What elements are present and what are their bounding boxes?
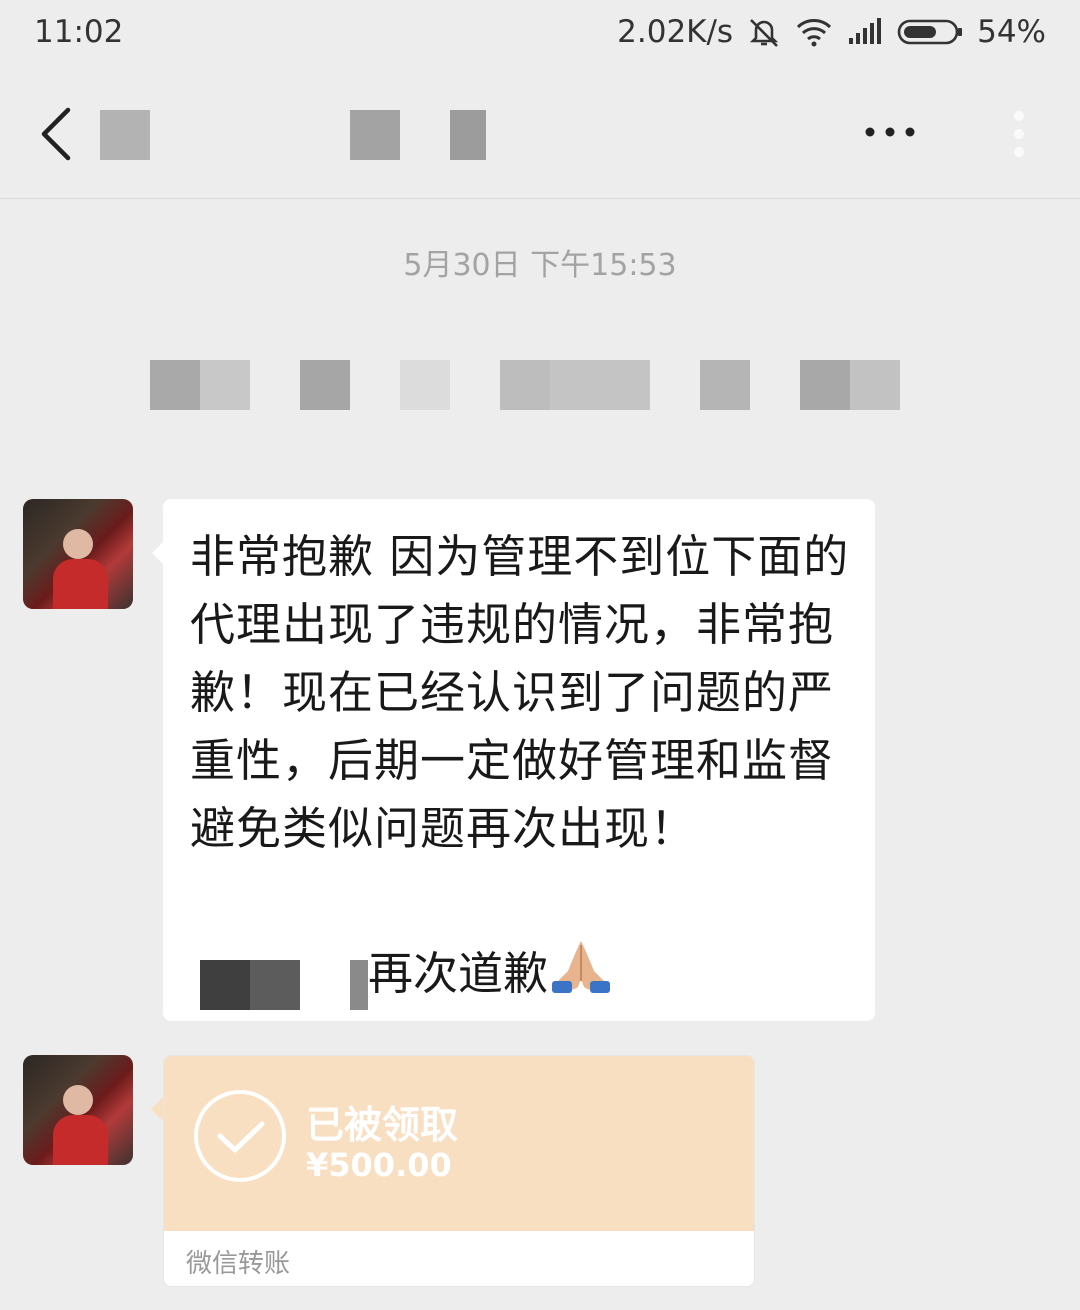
folded-hands-icon xyxy=(552,941,611,993)
bubble-tail xyxy=(152,541,164,565)
redaction-block xyxy=(300,360,350,410)
signal-icon xyxy=(847,18,883,46)
redaction-block xyxy=(500,360,550,410)
transfer-footer-label: 微信转账 xyxy=(186,1249,291,1279)
battery-icon xyxy=(897,18,963,46)
status-bar: 11:02 2.02K/s 54% xyxy=(0,0,1080,70)
message-sorry-line: 再次道歉 xyxy=(368,935,612,1004)
redaction-block xyxy=(800,360,850,410)
redaction-block xyxy=(700,360,750,410)
redaction-block xyxy=(100,110,150,160)
message-text: 非常抱歉 因为管理不到位下面的代理出现了违规的情况，非常抱歉！现在已经认识到了问… xyxy=(190,530,850,855)
transfer-amount: ¥500.00 xyxy=(306,1146,452,1184)
redaction-block xyxy=(200,960,250,1010)
battery-percent: 54% xyxy=(977,14,1046,50)
transfer-tail xyxy=(151,1097,163,1121)
kebab-vertical-icon[interactable] xyxy=(1008,110,1030,158)
redaction-block xyxy=(350,110,400,160)
check-circle-icon xyxy=(194,1090,286,1182)
status-indicators: 2.02K/s 54% xyxy=(617,14,1046,50)
mute-icon xyxy=(747,16,781,48)
avatar[interactable] xyxy=(23,1055,133,1165)
message-bubble[interactable]: 非常抱歉 因为管理不到位下面的代理出现了违规的情况，非常抱歉！现在已经认识到了问… xyxy=(152,499,875,1021)
wifi-icon xyxy=(795,17,833,47)
transfer-status: 已被领取 xyxy=(306,1103,459,1147)
redaction-block xyxy=(400,360,450,410)
redaction-block xyxy=(550,360,650,410)
redaction-block xyxy=(850,360,900,410)
transfer-body: 已被领取 ¥500.00 xyxy=(164,1056,754,1231)
wechat-transfer-card[interactable]: 已被领取 ¥500.00 微信转账 xyxy=(163,1055,755,1287)
redaction-block xyxy=(450,110,486,160)
network-speed: 2.02K/s xyxy=(617,14,734,50)
avatar[interactable] xyxy=(23,499,133,609)
redaction-block xyxy=(350,960,368,1010)
message-sorry-text: 再次道歉 xyxy=(368,947,549,1000)
status-time: 11:02 xyxy=(34,14,124,50)
redaction-block xyxy=(150,360,200,410)
chat-header xyxy=(0,70,1080,199)
chevron-left-icon[interactable] xyxy=(36,106,76,162)
redaction-block xyxy=(200,360,250,410)
redaction-block xyxy=(250,960,300,1010)
more-dots-icon[interactable] xyxy=(864,124,916,140)
message-timestamp: 5月30日 下午15:53 xyxy=(403,248,677,283)
